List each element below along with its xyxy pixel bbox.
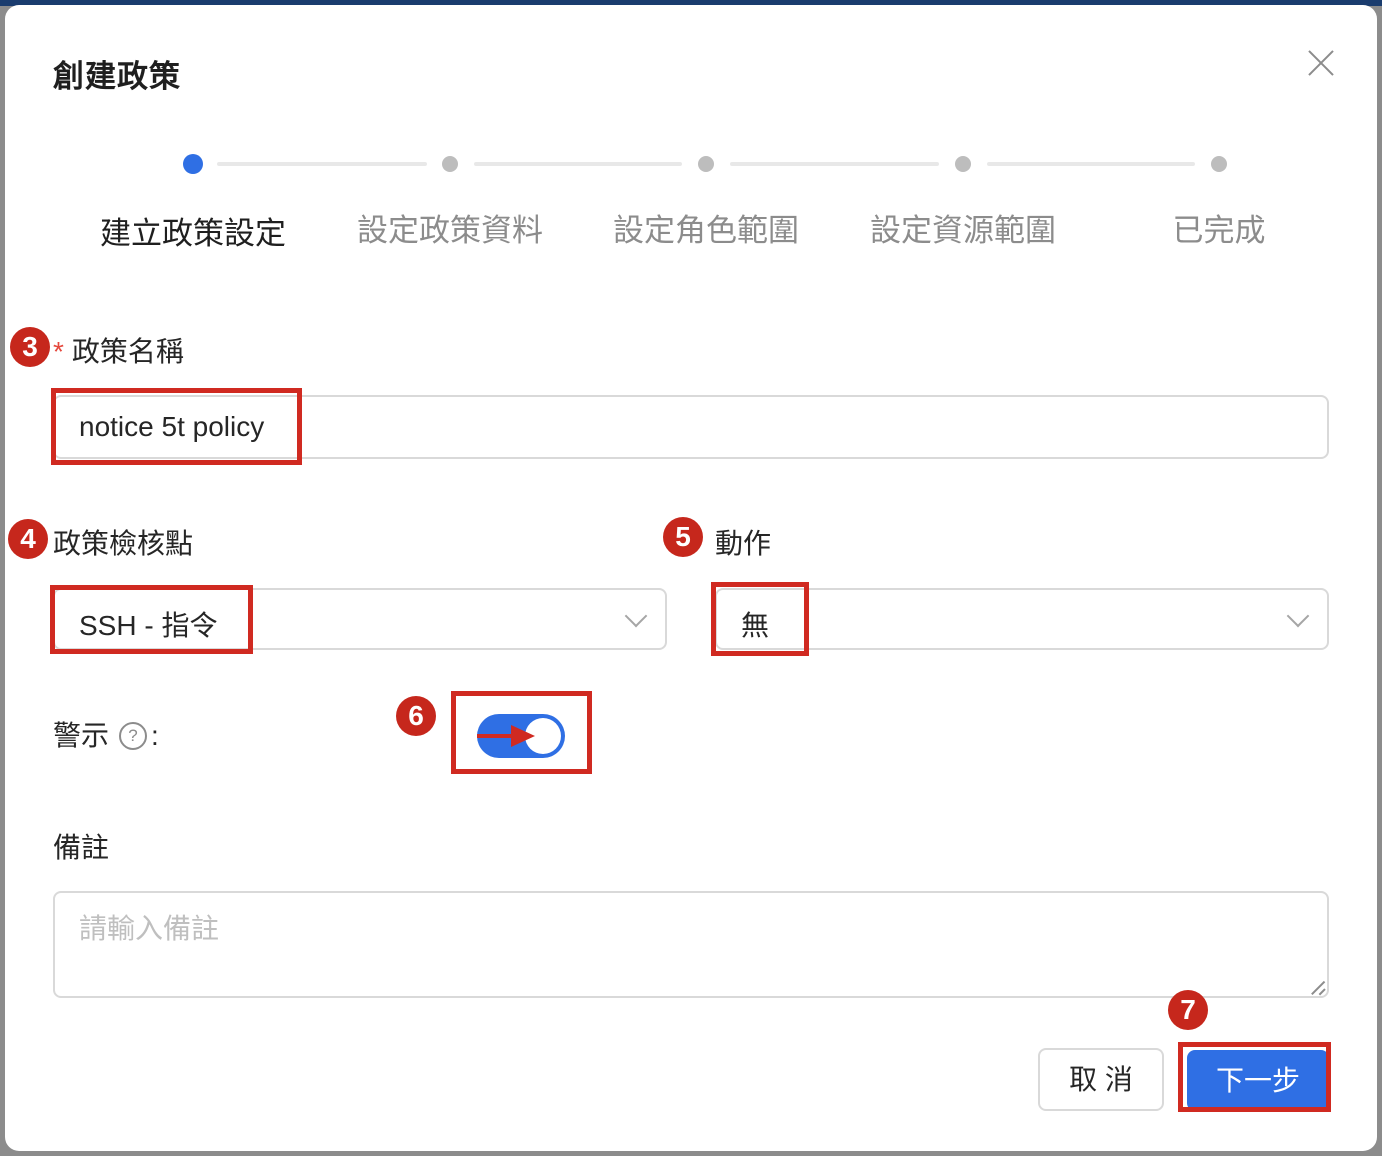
alert-label-text: 警示 [53,720,110,751]
resize-handle-icon[interactable] [1311,981,1325,995]
policy-name-input[interactable]: notice 5t policy [53,395,1329,459]
step-5-dot [1211,156,1227,172]
arrow-right-icon [477,725,535,747]
checkpoint-select[interactable]: SSH - 指令 [53,588,667,650]
create-policy-dialog: 創建政策 建立政策設定 設定政策資料 設定角色範圍 設定資源範圍 已完成 3 *… [5,5,1377,1151]
policy-name-label-text: 政策名稱 [71,336,184,367]
help-icon[interactable]: ? [119,721,148,750]
step-connector [217,162,427,166]
step-3-label: 設定角色範圍 [613,213,799,248]
step-2-dot [442,156,458,172]
next-step-button[interactable]: 下一步 [1187,1050,1329,1111]
required-mark: * [53,336,64,367]
step-4-label: 設定資源範圍 [870,213,1056,248]
annotation-badge-4: 4 [8,519,48,559]
action-value: 無 [741,610,770,641]
annotation-badge-7: 7 [1168,990,1208,1030]
step-5-label: 已完成 [1172,213,1266,248]
step-connector [474,162,682,166]
checkpoint-label: 政策檢核點 [53,528,194,559]
alert-label: 警示?: [53,714,159,754]
annotation-badge-5: 5 [663,517,703,557]
remark-label: 備註 [53,832,110,863]
step-2-label: 設定政策資料 [357,213,543,248]
step-3-dot [698,156,714,172]
annotation-badge-6: 6 [396,696,436,736]
remark-textarea[interactable]: 請輸入備註 [53,891,1329,998]
chevron-down-icon [624,604,648,628]
annotation-badge-3: 3 [10,327,50,367]
action-label: 動作 [715,528,772,559]
dialog-title: 創建政策 [53,59,181,94]
checkpoint-value: SSH - 指令 [79,610,218,641]
step-4-dot [955,156,971,172]
step-connector [730,162,939,166]
step-connector [987,162,1195,166]
close-icon[interactable] [1303,45,1339,81]
alert-colon: : [151,720,159,751]
policy-name-label: * 政策名稱 [53,330,184,370]
remark-placeholder: 請輸入備註 [79,913,220,944]
policy-name-value: notice 5t policy [79,411,265,442]
chevron-down-icon [1286,604,1310,628]
cancel-button[interactable]: 取 消 [1038,1048,1164,1111]
action-select[interactable]: 無 [715,588,1329,650]
step-1-dot [183,154,203,174]
step-1-label: 建立政策設定 [100,216,286,251]
